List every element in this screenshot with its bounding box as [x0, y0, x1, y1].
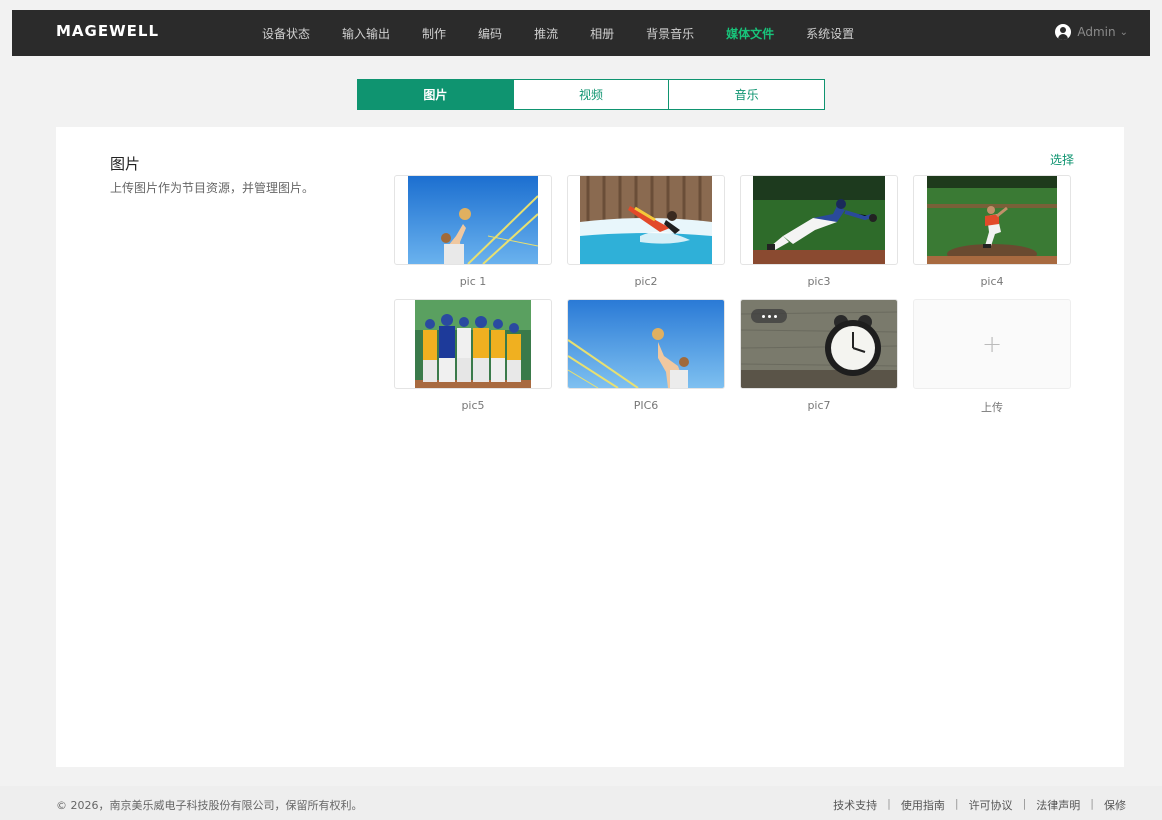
nav-system-settings[interactable]: 系统设置	[806, 25, 854, 42]
copyright-text: © 2026，南京美乐威电子科技股份有限公司，保留所有权利。	[56, 799, 363, 812]
nav-streaming[interactable]: 推流	[534, 25, 558, 42]
image-card[interactable]: pic2	[567, 175, 725, 289]
image-card[interactable]: pic5	[394, 299, 552, 413]
footer: © 2026，南京美乐威电子科技股份有限公司，保留所有权利。 技术支持 | 使用…	[0, 786, 1162, 820]
nav-media-files[interactable]: 媒体文件	[726, 25, 774, 42]
upload-button[interactable]: +	[913, 299, 1071, 389]
image-card[interactable]: pic4	[913, 175, 1071, 289]
image-caption: pic7	[807, 399, 831, 412]
volleyball-photo	[408, 176, 538, 264]
image-caption: pic5	[461, 399, 485, 412]
nav-background-music[interactable]: 背景音乐	[646, 25, 694, 42]
image-caption: pic2	[634, 275, 658, 288]
image-thumbnail[interactable]	[394, 299, 552, 389]
images-panel: 图片 上传图片作为节目资源，并管理图片。 选择 pic 1 pic2 pic3 …	[56, 127, 1124, 767]
divider: |	[1022, 797, 1027, 810]
avatar-icon	[1055, 24, 1072, 40]
top-navigation-bar: MAGEWELL 设备状态 输入输出 制作 编码 推流 相册 背景音乐 媒体文件…	[12, 10, 1150, 56]
image-card[interactable]: PIC6	[567, 299, 725, 413]
divider: |	[954, 797, 959, 810]
brand-logo[interactable]: MAGEWELL	[56, 22, 159, 40]
tab-videos[interactable]: 视频	[514, 80, 670, 109]
volleyball-wide-photo	[568, 300, 724, 388]
user-name: Admin	[1077, 25, 1116, 39]
pitcher-photo	[927, 176, 1057, 264]
image-caption: pic 1	[459, 275, 487, 288]
divider: |	[1090, 797, 1094, 810]
upload-card[interactable]: + 上传	[913, 299, 1071, 414]
section-description: 上传图片作为节目资源，并管理图片。	[110, 181, 315, 195]
image-card[interactable]: pic3	[740, 175, 898, 289]
image-card[interactable]: pic7	[740, 299, 898, 413]
image-caption: PIC6	[633, 399, 659, 412]
image-card[interactable]: pic 1	[394, 175, 552, 289]
select-button[interactable]: 选择	[1050, 151, 1074, 168]
image-thumbnail[interactable]	[913, 175, 1071, 265]
image-caption: pic4	[980, 275, 1004, 288]
link-legal[interactable]: 法律声明	[1036, 797, 1080, 813]
plus-icon: +	[981, 330, 1003, 358]
link-tech-support[interactable]: 技术支持	[833, 797, 877, 813]
user-menu[interactable]: Admin ⌄	[1055, 24, 1128, 40]
more-options-icon[interactable]	[751, 309, 787, 323]
image-thumbnail[interactable]	[567, 175, 725, 265]
image-thumbnail[interactable]	[740, 175, 898, 265]
link-license[interactable]: 许可协议	[969, 797, 1013, 813]
image-thumbnail[interactable]	[394, 175, 552, 265]
link-warranty[interactable]: 保修	[1104, 797, 1126, 813]
link-user-guide[interactable]: 使用指南	[901, 797, 945, 813]
tab-music[interactable]: 音乐	[669, 80, 824, 109]
nav-device-status[interactable]: 设备状态	[262, 25, 310, 42]
nav-production[interactable]: 制作	[422, 25, 446, 42]
image-caption: pic3	[807, 275, 831, 288]
image-thumbnail[interactable]	[740, 299, 898, 389]
section-title: 图片	[110, 155, 141, 173]
nav-album[interactable]: 相册	[590, 25, 614, 42]
team-huddle-photo	[415, 300, 531, 388]
footer-links: 技术支持 | 使用指南 | 许可协议 | 法律声明 | 保修	[833, 797, 1126, 813]
chevron-down-icon: ⌄	[1119, 26, 1128, 38]
nav-input-output[interactable]: 输入输出	[342, 25, 390, 42]
tab-images[interactable]: 图片	[358, 80, 514, 109]
image-thumbnail[interactable]	[567, 299, 725, 389]
media-type-tabs: 图片 视频 音乐	[357, 79, 825, 110]
upload-caption: 上传	[981, 401, 1003, 414]
baseball-dive-photo	[753, 176, 885, 264]
divider: |	[887, 797, 891, 810]
nav-encoding[interactable]: 编码	[478, 25, 502, 42]
main-nav: 设备状态 输入输出 制作 编码 推流 相册 背景音乐 媒体文件 系统设置	[262, 10, 886, 56]
surfing-photo	[580, 176, 712, 264]
image-grid: pic 1 pic2 pic3 pic4 pic5 PIC6 pic7 + 上传	[394, 175, 1071, 414]
